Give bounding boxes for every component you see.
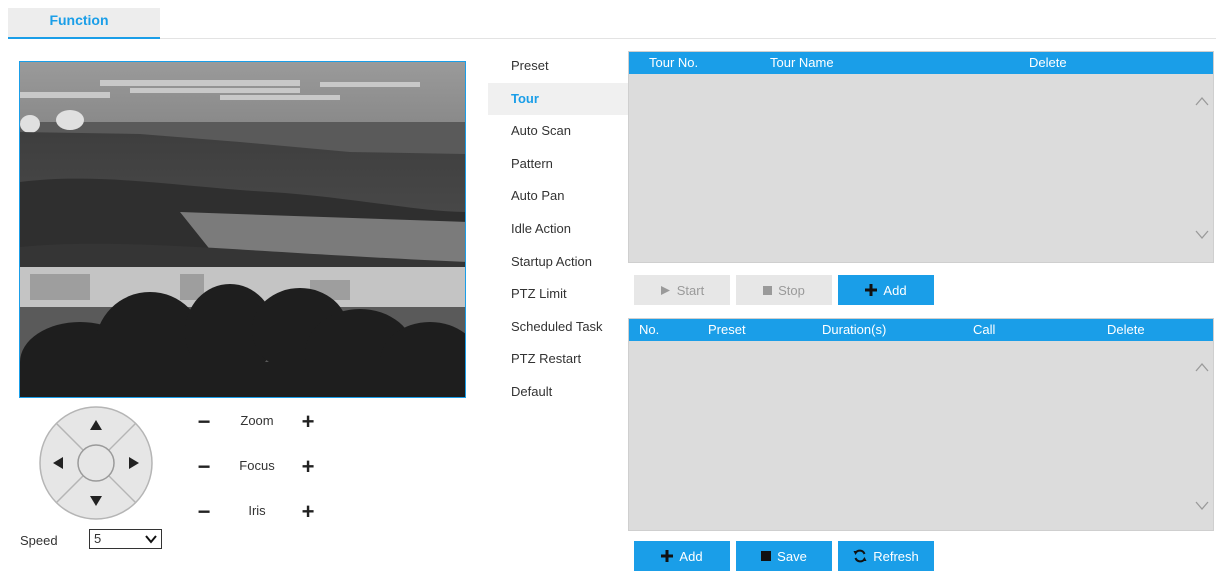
preset-table-header: No. Preset Duration(s) Call Delete — [629, 319, 1213, 341]
iris-label: Iris — [248, 503, 266, 518]
tour-table-body[interactable] — [629, 74, 1213, 262]
save-label: Save — [777, 548, 807, 564]
menu-item-scheduled-task[interactable]: Scheduled Task — [488, 311, 628, 344]
column-header-delete: Delete — [1029, 55, 1067, 70]
zoom-out-button[interactable]: − — [193, 410, 215, 434]
zoom-label: Zoom — [240, 413, 274, 428]
zoom-in-button[interactable]: + — [297, 410, 319, 434]
save-square-icon — [761, 551, 772, 561]
column-header-tour-name: Tour Name — [770, 55, 834, 70]
live-video-preview[interactable] — [19, 61, 466, 398]
refresh-button[interactable]: Refresh — [838, 541, 934, 571]
menu-item-ptz-restart[interactable]: PTZ Restart — [488, 343, 628, 376]
focus-label: Focus — [239, 458, 275, 473]
chevron-down-icon[interactable] — [1195, 501, 1209, 511]
iris-open-button[interactable]: + — [297, 500, 319, 524]
stop-tour-button[interactable]: Stop — [736, 275, 832, 305]
focus-far-button[interactable]: + — [297, 455, 319, 479]
column-header-tour-no: Tour No. — [649, 55, 699, 70]
plus-icon — [865, 284, 878, 296]
start-tour-button[interactable]: Start — [634, 275, 730, 305]
start-label: Start — [676, 282, 705, 298]
menu-item-pattern[interactable]: Pattern — [488, 148, 628, 181]
ptz-direction-pad — [38, 405, 154, 521]
menu-item-tour[interactable]: Tour — [488, 82, 628, 116]
menu-item-startup-action[interactable]: Startup Action — [488, 246, 628, 279]
zoom-control: − Zoom + — [193, 410, 321, 434]
add-label: Add — [679, 548, 703, 564]
column-header-preset: Preset — [708, 322, 746, 337]
speed-value: 5 — [94, 531, 102, 546]
chevron-up-icon[interactable] — [1195, 362, 1209, 372]
menu-item-ptz-limit[interactable]: PTZ Limit — [488, 278, 628, 311]
menu-item-preset[interactable]: Preset — [488, 50, 628, 83]
tour-preset-table: No. Preset Duration(s) Call Delete — [628, 318, 1214, 531]
save-button[interactable]: Save — [736, 541, 832, 571]
iris-control: − Iris + — [193, 500, 321, 524]
add-preset-button[interactable]: Add — [634, 541, 730, 571]
chevron-up-icon[interactable] — [1195, 96, 1209, 106]
tab-bar: Function — [8, 8, 1216, 39]
focus-near-button[interactable]: − — [193, 455, 215, 479]
stop-label: Stop — [778, 282, 805, 298]
chevron-down-icon — [145, 535, 157, 544]
column-header-no: No. — [639, 322, 660, 337]
stop-square-icon — [763, 285, 773, 295]
add-tour-button[interactable]: Add — [838, 275, 934, 305]
menu-item-idle-action[interactable]: Idle Action — [488, 213, 628, 246]
focus-control: − Focus + — [193, 455, 321, 479]
speed-select[interactable]: 5 — [89, 529, 162, 549]
tour-table: Tour No. Tour Name Delete — [628, 51, 1214, 263]
column-header-call: Call — [973, 322, 996, 337]
tour-table-header: Tour No. Tour Name Delete — [629, 52, 1213, 74]
camera-image — [20, 62, 465, 397]
add-label: Add — [883, 282, 907, 298]
menu-item-auto-scan[interactable]: Auto Scan — [488, 115, 628, 148]
ptz-center-button[interactable] — [77, 444, 115, 482]
plus-icon — [661, 550, 674, 562]
preset-table-body[interactable] — [629, 341, 1213, 530]
column-header-delete: Delete — [1107, 322, 1145, 337]
speed-label: Speed — [20, 533, 58, 548]
refresh-label: Refresh — [873, 548, 919, 564]
function-menu: Preset Tour Auto Scan Pattern Auto Pan I… — [488, 50, 628, 409]
column-header-duration: Duration(s) — [822, 322, 887, 337]
refresh-icon — [853, 549, 867, 563]
iris-close-button[interactable]: − — [193, 500, 215, 524]
play-icon — [660, 285, 670, 295]
menu-item-auto-pan[interactable]: Auto Pan — [488, 180, 628, 213]
menu-item-default[interactable]: Default — [488, 376, 628, 409]
chevron-down-icon[interactable] — [1195, 230, 1209, 240]
tab-function[interactable]: Function — [8, 8, 160, 39]
